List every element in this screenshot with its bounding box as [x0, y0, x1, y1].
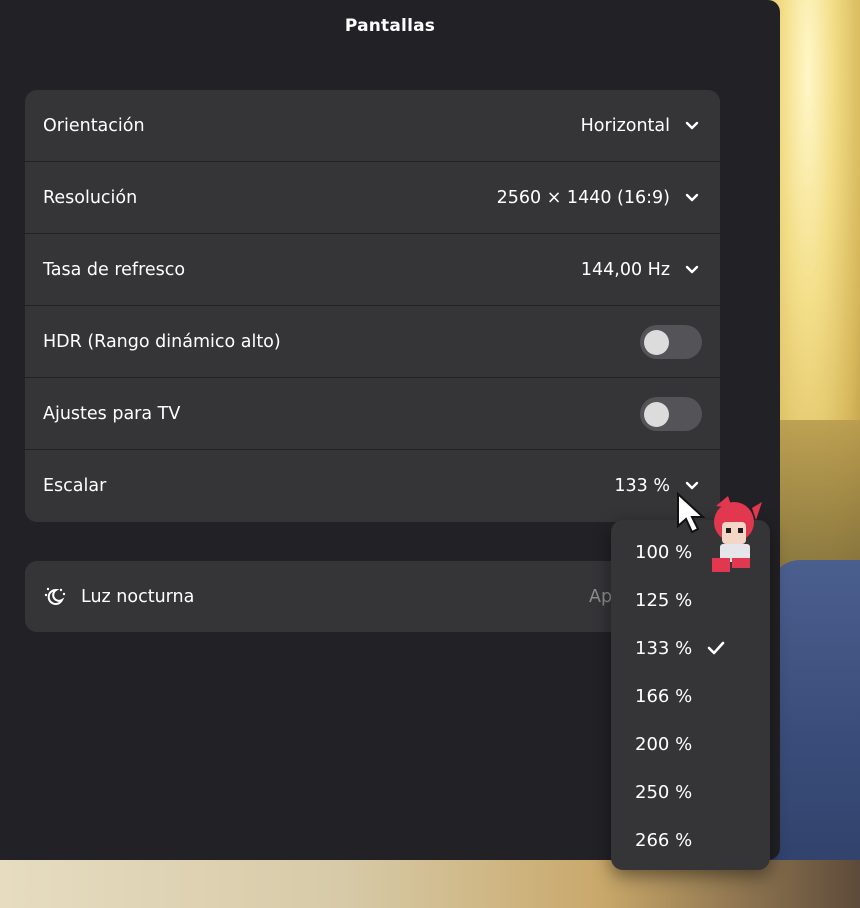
check-icon: [706, 640, 726, 656]
scale-value: 133 %: [614, 476, 670, 496]
orientation-label: Orientación: [43, 115, 145, 136]
resolution-label: Resolución: [43, 187, 138, 208]
scale-option-label: 250 %: [635, 781, 693, 803]
toggle-knob: [644, 401, 669, 427]
orientation-value: Horizontal: [580, 115, 670, 136]
night-light-icon: [43, 585, 67, 609]
resolution-value: 2560 × 1440 (16:9): [496, 187, 670, 208]
orientation-row[interactable]: Orientación Horizontal: [25, 90, 720, 162]
refresh-rate-label: Tasa de refresco: [43, 259, 186, 280]
chevron-down-icon[interactable]: [682, 188, 702, 208]
hdr-label: HDR (Rango dinámico alto): [43, 331, 281, 352]
resolution-row[interactable]: Resolución 2560 × 1440 (16:9): [25, 162, 720, 234]
tv-settings-row: Ajustes para TV: [25, 378, 720, 450]
wallpaper-art-cloth: [770, 560, 860, 908]
scale-option-label: 166 %: [635, 685, 693, 707]
scale-row[interactable]: Escalar 133 %: [25, 450, 720, 522]
scale-label: Escalar: [43, 476, 107, 496]
scale-option[interactable]: 125 %: [611, 576, 770, 624]
scale-option-label: 133 %: [635, 637, 693, 659]
scale-option-selected[interactable]: 133 %: [611, 624, 770, 672]
scale-option[interactable]: 250 %: [611, 768, 770, 816]
chevron-down-icon[interactable]: [682, 116, 702, 136]
hdr-toggle[interactable]: [640, 324, 702, 359]
mouse-cursor-icon: [676, 491, 766, 582]
scale-option[interactable]: 266 %: [611, 816, 770, 864]
page-title: Pantallas: [344, 16, 436, 36]
scale-option[interactable]: 200 %: [611, 720, 770, 768]
scale-option[interactable]: 166 %: [611, 672, 770, 720]
tv-settings-label: Ajustes para TV: [43, 403, 181, 424]
scale-option-label: 125 %: [635, 589, 693, 611]
chevron-down-icon[interactable]: [682, 260, 702, 280]
display-settings-card: Orientación Horizontal Resolución 2560 ×…: [25, 90, 720, 522]
refresh-rate-value: 144,00 Hz: [580, 259, 670, 280]
night-light-status: Ap: [589, 586, 613, 607]
toggle-knob: [644, 329, 669, 355]
refresh-rate-row[interactable]: Tasa de refresco 144,00 Hz: [25, 234, 720, 306]
scale-option-label: 200 %: [635, 733, 693, 755]
scale-option-label: 266 %: [635, 829, 693, 851]
tv-settings-toggle[interactable]: [640, 396, 702, 431]
hdr-row: HDR (Rango dinámico alto): [25, 306, 720, 378]
